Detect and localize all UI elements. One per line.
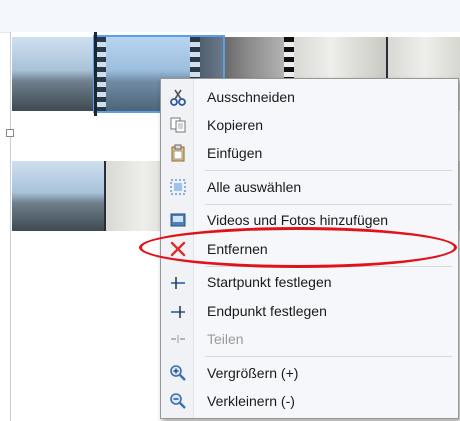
zoom-out-icon [163,387,193,415]
menu-item-set-start-point[interactable]: Startpunkt festlegen [163,268,454,296]
menu-item-cut[interactable]: Ausschneiden [163,83,454,111]
menu-item-label: Vergrößern (+) [207,365,299,381]
scissors-icon [163,83,193,111]
menu-item-split[interactable]: Teilen [163,325,454,353]
menu-item-label: Endpunkt festlegen [207,303,327,319]
copy-icon [163,111,193,139]
menu-separator [205,356,452,357]
select-all-icon [163,173,193,201]
menu-item-label: Einfügen [207,145,263,161]
menu-item-paste[interactable]: Einfügen [163,139,454,167]
track-resize-handle[interactable] [6,129,14,137]
menu-item-copy[interactable]: Kopieren [163,111,454,139]
paste-icon [163,139,193,167]
zoom-in-icon [163,359,193,387]
menu-separator [205,170,452,171]
menu-item-label: Ausschneiden [207,89,295,105]
set-end-point-icon [163,297,193,325]
menu-item-label: Teilen [207,331,244,347]
set-start-point-icon [163,268,193,296]
menu-item-zoom-out[interactable]: Verkleinern (-) [163,387,454,415]
menu-item-set-end-point[interactable]: Endpunkt festlegen [163,297,454,325]
annotation-highlight-ellipse [139,227,457,268]
add-media-icon [163,206,193,234]
clip-thumbnail[interactable] [12,161,106,231]
timeline-header [0,0,460,33]
menu-item-label: Startpunkt festlegen [207,274,332,290]
menu-separator [205,204,452,205]
menu-item-select-all[interactable]: Alle auswählen [163,173,454,201]
clip-thumbnail[interactable] [12,37,106,111]
menu-item-label: Kopieren [207,117,264,133]
menu-item-label: Alle auswählen [207,179,302,195]
menu-item-zoom-in[interactable]: Vergrößern (+) [163,359,454,387]
menu-item-label: Verkleinern (-) [207,393,295,409]
split-icon [163,325,193,353]
playhead[interactable] [94,32,97,116]
menu-item-label: Videos und Fotos hinzufügen [207,212,389,228]
